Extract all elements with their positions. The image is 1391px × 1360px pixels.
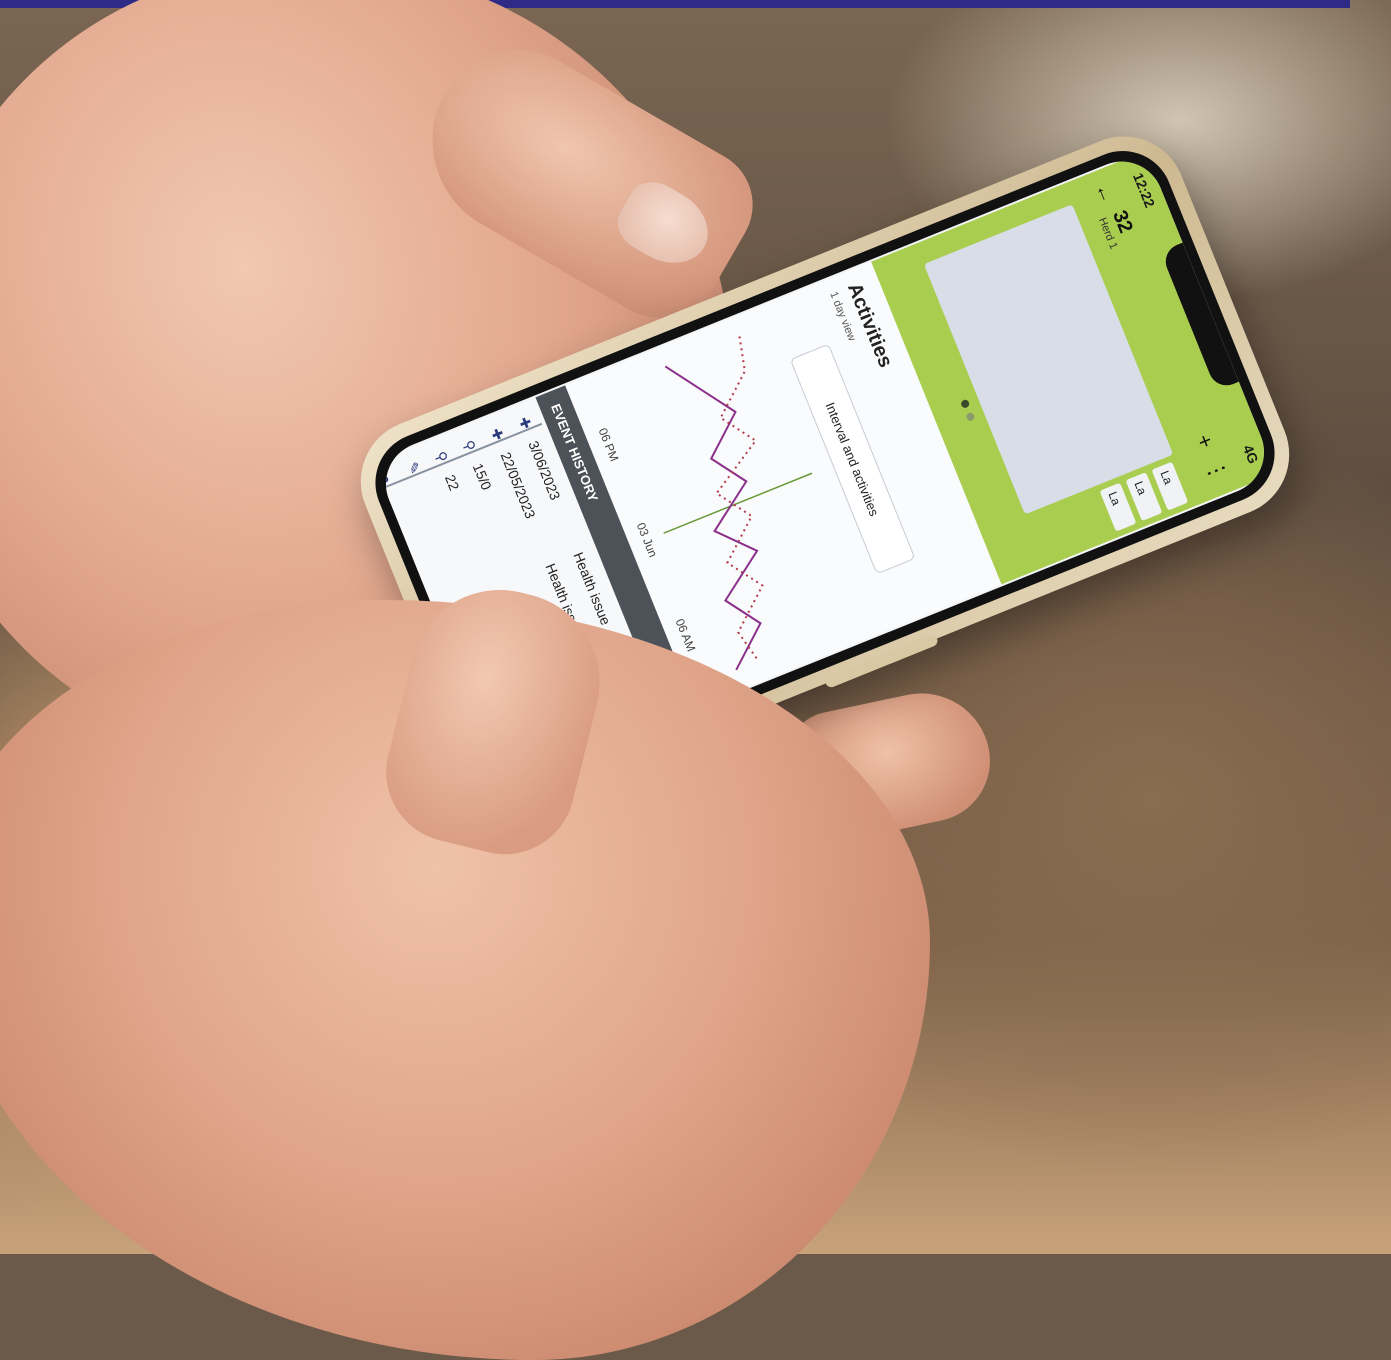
- plus-icon[interactable]: +: [1190, 431, 1219, 453]
- midnight-marker-line: [663, 472, 813, 534]
- carousel-dot[interactable]: [965, 411, 976, 423]
- back-arrow-icon[interactable]: ←: [1090, 180, 1119, 207]
- x-tick-label: 06 AM: [673, 617, 699, 654]
- header-actions: + ⋮: [1190, 431, 1232, 486]
- more-vertical-icon[interactable]: ⋮: [1200, 455, 1232, 485]
- x-tick-label: 03 Jun: [634, 521, 660, 560]
- x-tick-label: 06 PM: [596, 426, 622, 463]
- carousel-dot-active[interactable]: [959, 398, 971, 410]
- status-signal: 4G: [1239, 442, 1262, 466]
